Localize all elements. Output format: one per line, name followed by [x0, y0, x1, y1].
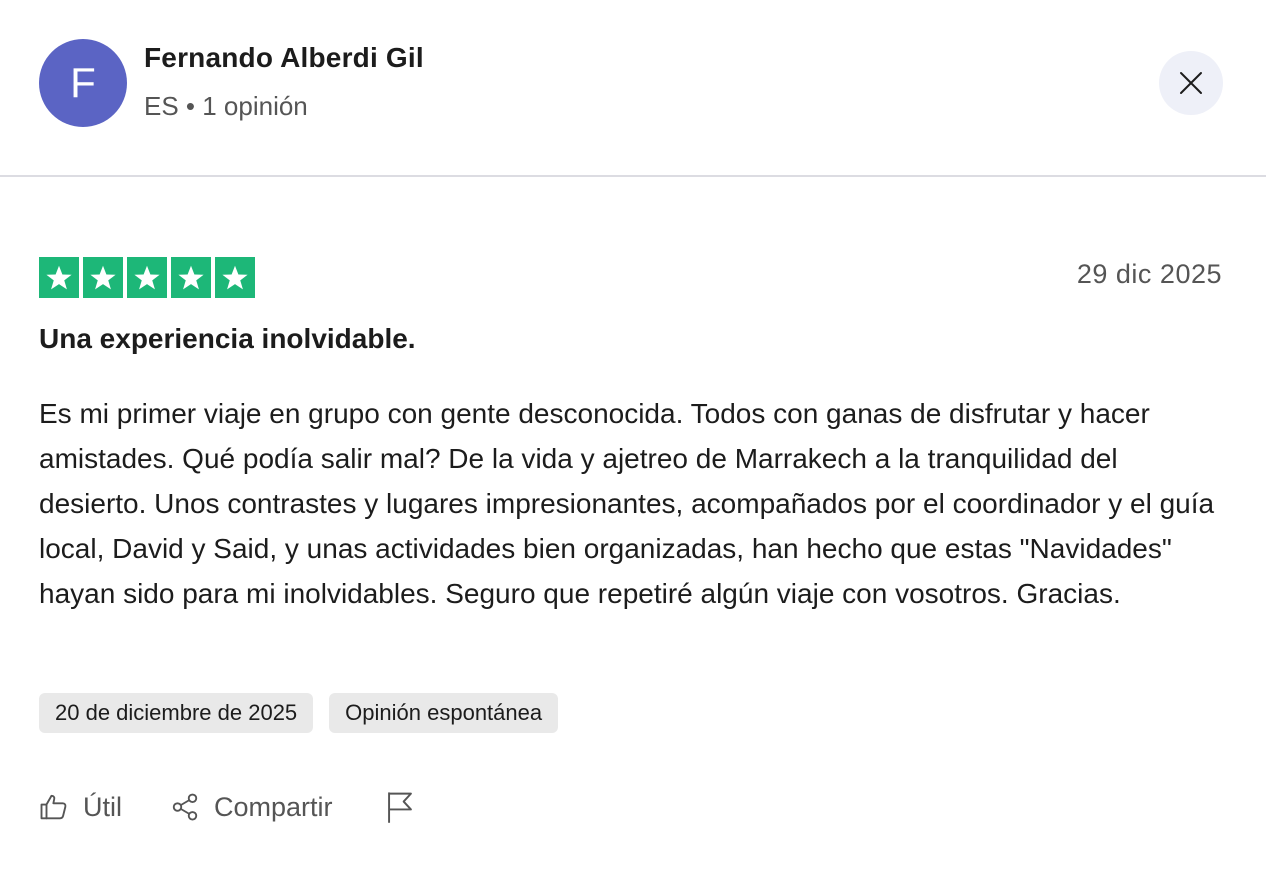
star-icon [134, 265, 160, 289]
review-title: Una experiencia inolvidable. [39, 323, 416, 354]
star-icon [90, 265, 116, 289]
avatar: F [39, 39, 127, 127]
star-icon [178, 265, 204, 289]
review-type-tag[interactable]: Opinión espontánea [329, 693, 559, 733]
reviewer-header: F Fernando Alberdi Gil ES • 1 opinión [0, 0, 1266, 177]
flag-icon [387, 792, 412, 823]
star-2 [83, 257, 123, 298]
reviewer-meta: ES • 1 opinión [144, 91, 308, 121]
star-icon [222, 265, 248, 289]
useful-button[interactable]: Útil [39, 792, 122, 823]
thumbs-up-icon [40, 794, 67, 820]
star-rating [39, 257, 255, 298]
experience-date-tag: 20 de diciembre de 2025 [39, 693, 314, 733]
share-label: Compartir [214, 791, 333, 822]
star-5 [215, 257, 255, 298]
reviewer-name[interactable]: Fernando Alberdi Gil [144, 42, 424, 74]
close-button[interactable] [1159, 51, 1223, 115]
report-button[interactable] [385, 790, 415, 824]
share-icon [172, 793, 198, 821]
avatar-initial: F [70, 59, 96, 106]
review-body: Es mi primer viaje en grupo con gente de… [39, 398, 1215, 609]
review-tags: 20 de diciembre de 2025 Opinión espontán… [39, 693, 559, 733]
share-button[interactable]: Compartir [170, 792, 333, 823]
review-actions: Útil Compartir [39, 790, 415, 824]
review-date: 29 dic 2025 [1076, 259, 1222, 289]
star-3 [127, 257, 167, 298]
star-1 [39, 257, 79, 298]
star-4 [171, 257, 211, 298]
close-icon [1180, 72, 1202, 94]
star-icon [46, 265, 72, 289]
useful-label: Útil [83, 791, 122, 822]
